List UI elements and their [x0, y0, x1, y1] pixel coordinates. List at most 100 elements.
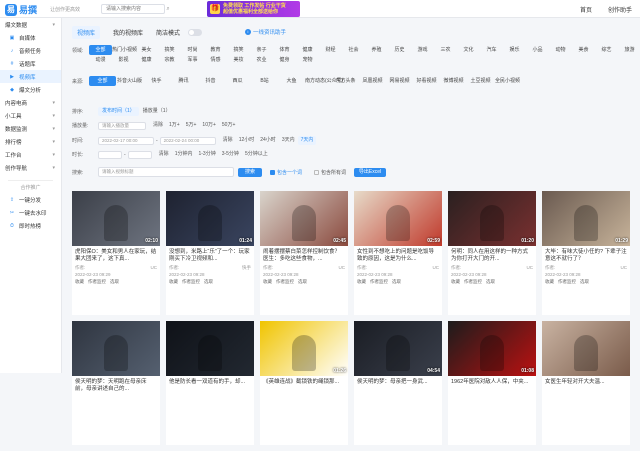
search-icon[interactable]: ⌕ [162, 4, 174, 14]
export-excel-button[interactable]: 导出Excel [354, 167, 387, 177]
playopts-option[interactable]: 5万+ [183, 121, 200, 130]
search-button[interactable]: 搜索 [238, 167, 262, 177]
card-fav-button[interactable]: 收藏 [169, 279, 178, 285]
video-card[interactable]: 02:10 虎阳保O：美女和男人在家玩，结果大团来了，这下真... 作者: UC 202… [72, 191, 160, 315]
duropts-option[interactable]: 1分钟内 [172, 150, 196, 159]
video-title[interactable]: 何明：同人在用这样的一种方式为你打开大门的开... [448, 246, 536, 264]
duropts-option[interactable]: 3-5分钟 [219, 150, 242, 159]
assistant-link[interactable]: i 一线资讯助手 [245, 28, 286, 36]
card-detail-button[interactable]: 作者监控 [370, 279, 388, 285]
srcgrid-option[interactable]: 抖音 [197, 76, 224, 86]
video-card[interactable]: 01:26 《英雄连战》截锁铁的绳锁那... [260, 321, 348, 445]
sort-by-plays[interactable]: 播放量（1） [139, 107, 175, 116]
card-detail-button[interactable]: 作者监控 [558, 279, 576, 285]
video-card[interactable]: 01:24 没想到，米路上“乐”了一个：玩家刚买下冷卫视频和... 作者: 快手 202… [166, 191, 254, 315]
video-card[interactable]: 01:20 何明：同人在用这样的一种方式为你打开大门的开... 作者: UC 2022-… [448, 191, 536, 315]
srcgrid-option[interactable]: 东方头条 [332, 76, 359, 86]
catgrid-option[interactable]: 教育 [204, 45, 227, 55]
catgrid-option[interactable]: 游戏 [411, 45, 434, 55]
catgrid-option[interactable]: 娱乐 [503, 45, 526, 55]
card-detail-button[interactable]: 作者监控 [464, 279, 482, 285]
catgrid-option[interactable]: 健康 [135, 55, 158, 65]
catgrid-option[interactable]: 影视 [112, 55, 135, 65]
catgrid-option[interactable]: 历史 [388, 45, 411, 55]
video-title[interactable]: 侯天明的梦：天明跑在母亲床前，母亲讲述自己的... [72, 376, 160, 394]
tab-my-video-library[interactable]: 我的视频库 [108, 26, 148, 39]
srcgrid-option[interactable]: 快手 [143, 76, 170, 86]
duropts-option[interactable]: 1-3分钟 [195, 150, 218, 159]
catgrid-option[interactable]: 汽车 [480, 45, 503, 55]
partner-item-1[interactable]: ✂ 一键去水印 [0, 206, 61, 219]
card-select-button[interactable]: 选取 [110, 279, 119, 285]
card-fav-button[interactable]: 收藏 [263, 279, 272, 285]
catgrid-option[interactable]: 养殖 [365, 45, 388, 55]
srcgrid-option[interactable]: 网易视频 [386, 76, 413, 86]
keyword-input[interactable]: 请输入视频标题 [98, 167, 234, 177]
srcgrid-option[interactable]: 凤凰视频 [359, 76, 386, 86]
video-card[interactable]: 04:54 侯天明的梦：母亲把一身武... [354, 321, 442, 445]
card-select-button[interactable]: 选取 [486, 279, 495, 285]
video-card[interactable]: 02:59 女性到不想吃上的问题是吃饭导致的原因，这是为什么... 作者: UC 202… [354, 191, 442, 315]
video-card[interactable]: 01:29 大毕：有味大徒小任的? 下辈子注意这不就行了？ 作者: UC 2022-02… [542, 191, 630, 315]
video-title[interactable]: 大毕：有味大徒小任的? 下辈子注意这不就行了？ [542, 246, 630, 264]
catgrid-option[interactable]: 美食 [572, 45, 595, 55]
srcgrid-option[interactable]: 土豆视频 [467, 76, 494, 86]
video-thumbnail[interactable]: 01:24 [166, 191, 254, 246]
catgrid-option[interactable]: 情感 [204, 55, 227, 65]
duration-from-input[interactable] [98, 150, 122, 159]
sidebar-item-6[interactable]: 内容电商 ▾ [0, 96, 61, 109]
timeopts-option[interactable]: 7天内 [297, 136, 317, 145]
playopts-option[interactable]: 1万+ [166, 121, 183, 130]
video-title[interactable]: 他是防长看一双道有的手，却... [166, 376, 254, 394]
video-thumbnail[interactable]: 01:29 [542, 191, 630, 246]
sidebar-item-1[interactable]: ▣ 自媒体 [0, 31, 61, 44]
playopts-option[interactable]: 10万+ [199, 121, 218, 130]
srcgrid-option[interactable]: B站 [251, 76, 278, 86]
video-title[interactable]: 闹着摆摆蔡白菜怎样控制饮食？医生：多吃这些食物，... [260, 246, 348, 264]
duration-to-input[interactable] [127, 150, 152, 159]
card-select-button[interactable]: 选取 [392, 279, 401, 285]
playopts-option[interactable]: 50万+ [219, 121, 238, 130]
card-select-button[interactable]: 选取 [204, 279, 213, 285]
sidebar-item-3[interactable]: # 话题库 [0, 57, 61, 70]
video-title[interactable]: 《英雄连战》截锁铁的绳锁那... [260, 376, 348, 394]
video-thumbnail[interactable] [542, 321, 630, 376]
play-min-input[interactable]: 请输入播放量 [98, 121, 146, 130]
catgrid-option[interactable]: 搞笑 [158, 45, 181, 55]
video-card[interactable]: 02:45 闹着摆摆蔡白菜怎样控制饮食？医生：多吃这些食物，... 作者: UC 202… [260, 191, 348, 315]
promo-banner[interactable]: 🎁 免费领取 工作发帖 行业干货 超值优惠福利全部送给你 [207, 1, 300, 17]
card-detail-button[interactable]: 作者监控 [276, 279, 294, 285]
duropts-option[interactable]: 清除 [156, 150, 172, 159]
checkbox-all[interactable]: 包含所有词 [314, 169, 346, 176]
catgrid-option[interactable]: 三农 [434, 45, 457, 55]
video-thumbnail[interactable]: 01:20 [448, 191, 536, 246]
video-thumbnail[interactable] [72, 321, 160, 376]
tab-video-library[interactable]: 视频库 [72, 26, 101, 39]
srcgrid-option[interactable]: 全民小视频 [494, 76, 521, 86]
srcgrid-option[interactable]: 抖音火山版 [116, 76, 143, 86]
card-select-button[interactable]: 选取 [580, 279, 589, 285]
catgrid-option[interactable]: 搞笑 [227, 45, 250, 55]
video-title[interactable]: 女性到不想吃上的问题是吃饭导致的原因，这是为什么... [354, 246, 442, 264]
nav-assistant[interactable]: 创作助手 [608, 5, 632, 14]
catgrid-option[interactable]: 小品 [526, 45, 549, 55]
sidebar-item-4[interactable]: ▶ 视频库 [0, 70, 61, 83]
catgrid-option[interactable]: 动物 [549, 45, 572, 55]
video-title[interactable]: 虎阳保O：美女和男人在家玩，结果大团来了，这下真... [72, 246, 160, 264]
card-fav-button[interactable]: 收藏 [451, 279, 460, 285]
video-title[interactable]: 女医生年轻对开大夫温... [542, 376, 630, 394]
srcgrid-option[interactable]: 好看视频 [413, 76, 440, 86]
video-thumbnail[interactable]: 02:45 [260, 191, 348, 246]
card-detail-button[interactable]: 作者监控 [182, 279, 200, 285]
time-to-input[interactable]: 2022-02-24 00:00 [159, 136, 216, 145]
video-card[interactable]: 女医生年轻对开大夫温... [542, 321, 630, 445]
catgrid-option[interactable]: 动漫 [89, 55, 112, 65]
partner-item-2[interactable]: ⏱ 即时热榜 [0, 219, 61, 232]
video-thumbnail[interactable]: 02:59 [354, 191, 442, 246]
video-title[interactable]: 没想到，米路上“乐”了一个：玩家刚买下冷卫视频和... [166, 246, 254, 264]
timeopts-option[interactable]: 12小时 [236, 136, 258, 145]
catgrid-option[interactable]: 美女 [135, 45, 158, 55]
catgrid-option[interactable]: 时尚 [181, 45, 204, 55]
partner-item-0[interactable]: ⇪ 一键分发 [0, 193, 61, 206]
catgrid-option[interactable]: 综艺 [595, 45, 618, 55]
